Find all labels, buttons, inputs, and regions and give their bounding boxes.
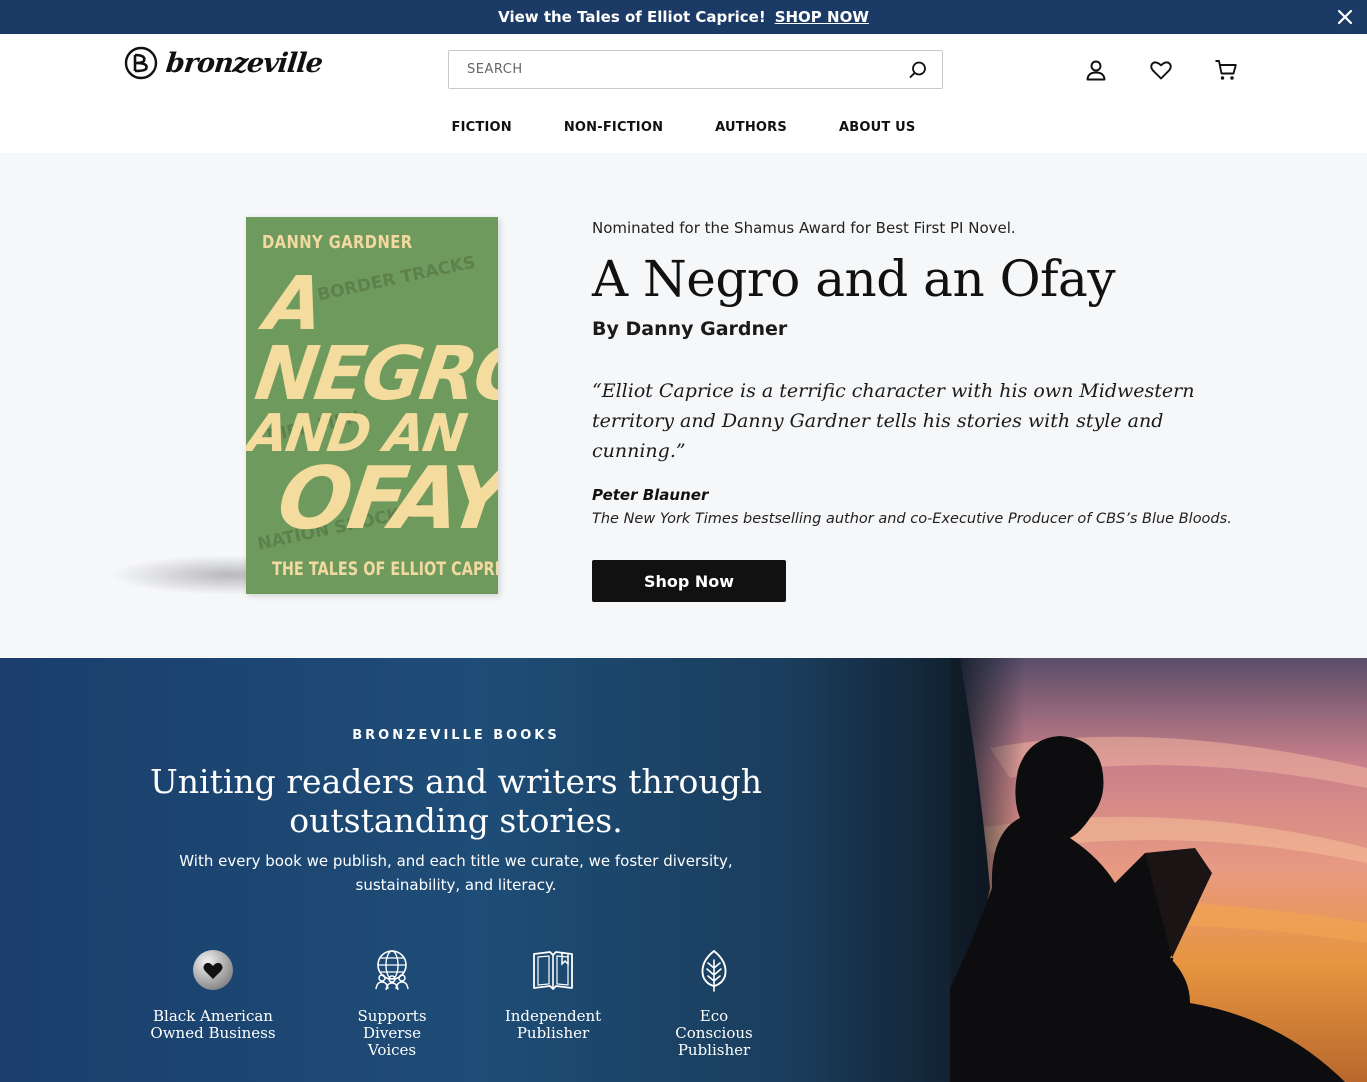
headline-line: Uniting readers and writers through	[149, 762, 763, 801]
cover-title: A NEGRO AND AN OFAY	[246, 261, 498, 549]
book-byline: By Danny Gardner	[592, 318, 788, 340]
value-independent: Independent Publisher	[468, 948, 638, 1042]
mission-headline: Uniting readers and writers through outs…	[0, 762, 912, 840]
header-actions	[1084, 58, 1238, 82]
value-label: Black American Owned Business	[150, 1007, 276, 1042]
close-icon[interactable]	[1335, 7, 1355, 27]
cover-title-line: OFAY	[271, 448, 498, 549]
quote-author: Peter Blauner	[592, 486, 709, 504]
search-icon[interactable]	[908, 60, 928, 80]
hero-text: Nominated for the Shamus Award for Best …	[592, 219, 1292, 602]
value-label: Independent Publisher	[504, 1007, 602, 1042]
announcement-shop-now-link[interactable]: SHOP NOW	[775, 8, 869, 26]
award-tagline: Nominated for the Shamus Award for Best …	[592, 219, 1016, 237]
value-label: Eco Conscious Publisher	[675, 1007, 753, 1059]
search-input[interactable]	[467, 62, 908, 77]
wishlist-heart-icon[interactable]	[1149, 58, 1173, 82]
announcement-bar: View the Tales of Elliot Caprice! SHOP N…	[0, 0, 1367, 34]
site-logo[interactable]: bronzeville	[124, 46, 324, 80]
logo-mark-icon	[124, 46, 158, 80]
cover-title-line: A NEGRO	[250, 261, 498, 418]
headline-line: outstanding stories.	[289, 801, 623, 840]
search-box[interactable]	[448, 50, 943, 89]
cover-shadow	[110, 555, 260, 595]
nav-item-non-fiction[interactable]: NON-FICTION	[564, 120, 663, 135]
heart-badge-icon	[193, 950, 233, 990]
review-quote: “Elliot Caprice is a terrific character …	[592, 380, 1195, 462]
logo-wordmark: bronzeville	[164, 47, 324, 79]
nav-item-about-us[interactable]: ABOUT US	[839, 120, 916, 135]
site-header: bronzeville FICTION NON-FICTION AUTHORS …	[0, 34, 1367, 153]
mission-banner: BRONZEVILLE BOOKS Uniting readers and wr…	[0, 658, 1367, 1082]
book-title: A Negro and an Ofay	[592, 250, 1116, 308]
value-eco: Eco Conscious Publisher	[629, 948, 799, 1059]
cover-author: DANNY GARDNER	[262, 232, 413, 253]
globe-people-icon	[375, 950, 409, 991]
leaf-icon	[701, 950, 727, 992]
nav-item-fiction[interactable]: FICTION	[452, 120, 512, 135]
shop-now-button[interactable]: Shop Now	[592, 560, 786, 602]
main-nav: FICTION NON-FICTION AUTHORS ABOUT US	[0, 120, 1367, 135]
book-cover[interactable]: BORDER TRACKS DIED MEN NATION SHOCKED DA…	[246, 217, 498, 594]
section-eyebrow: BRONZEVILLE BOOKS	[352, 728, 560, 743]
announcement-message: View the Tales of Elliot Caprice!	[498, 8, 766, 26]
value-black-owned: Black American Owned Business	[128, 948, 298, 1042]
mission-subtext: With every book we publish, and each tit…	[179, 852, 733, 894]
featured-book-hero: BORDER TRACKS DIED MEN NATION SHOCKED DA…	[0, 153, 1367, 658]
cart-icon[interactable]	[1214, 58, 1238, 82]
account-icon[interactable]	[1084, 58, 1108, 82]
cover-subtitle: THE TALES OF ELLIOT CAPRICE	[272, 558, 498, 580]
reading-child-photo	[950, 658, 1367, 1082]
value-diverse-voices: Supports Diverse Voices	[307, 948, 477, 1059]
nav-item-authors[interactable]: AUTHORS	[715, 120, 787, 135]
value-label: Supports Diverse Voices	[357, 1007, 427, 1059]
open-book-icon	[533, 951, 573, 990]
quote-author-role: The New York Times bestselling author an…	[592, 511, 1232, 527]
